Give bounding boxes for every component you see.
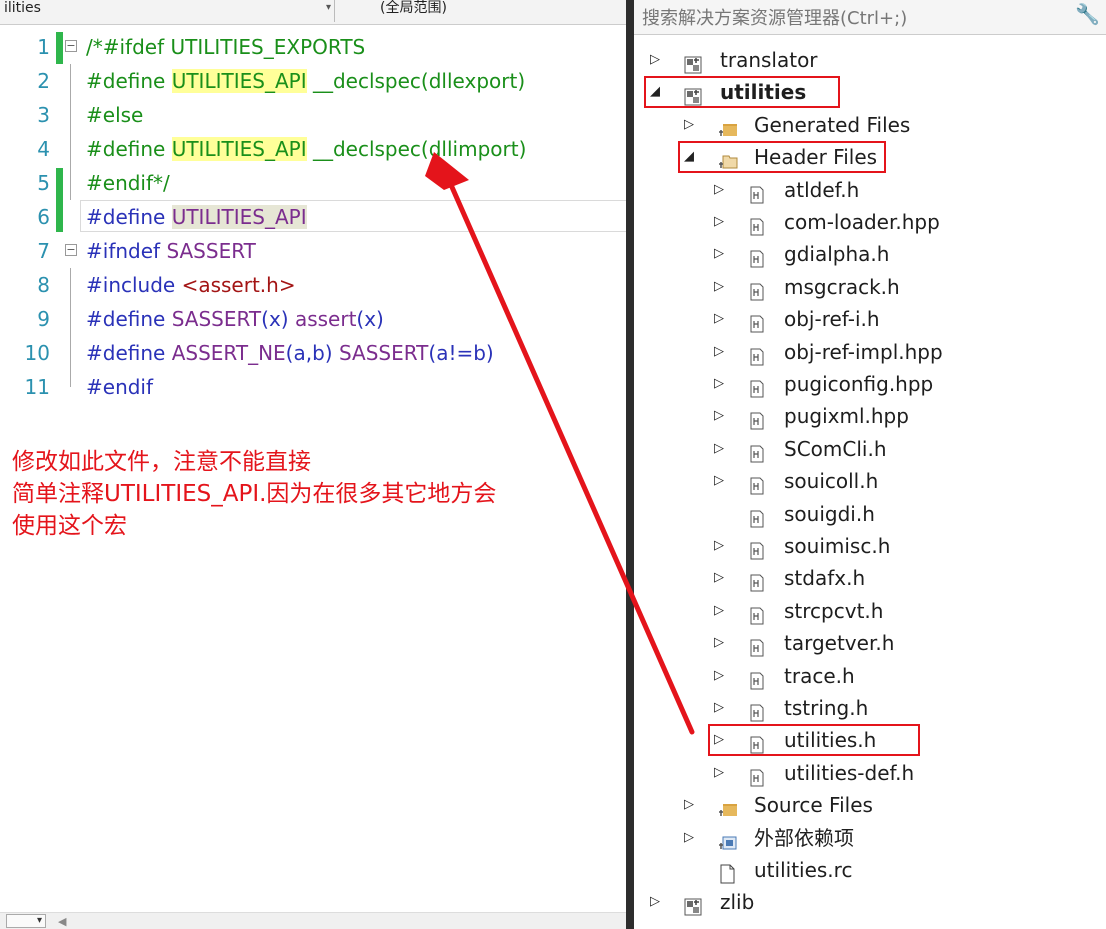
arrow-head (425, 152, 469, 190)
annotation-arrow (425, 152, 695, 735)
arrow-shaft (445, 175, 695, 735)
